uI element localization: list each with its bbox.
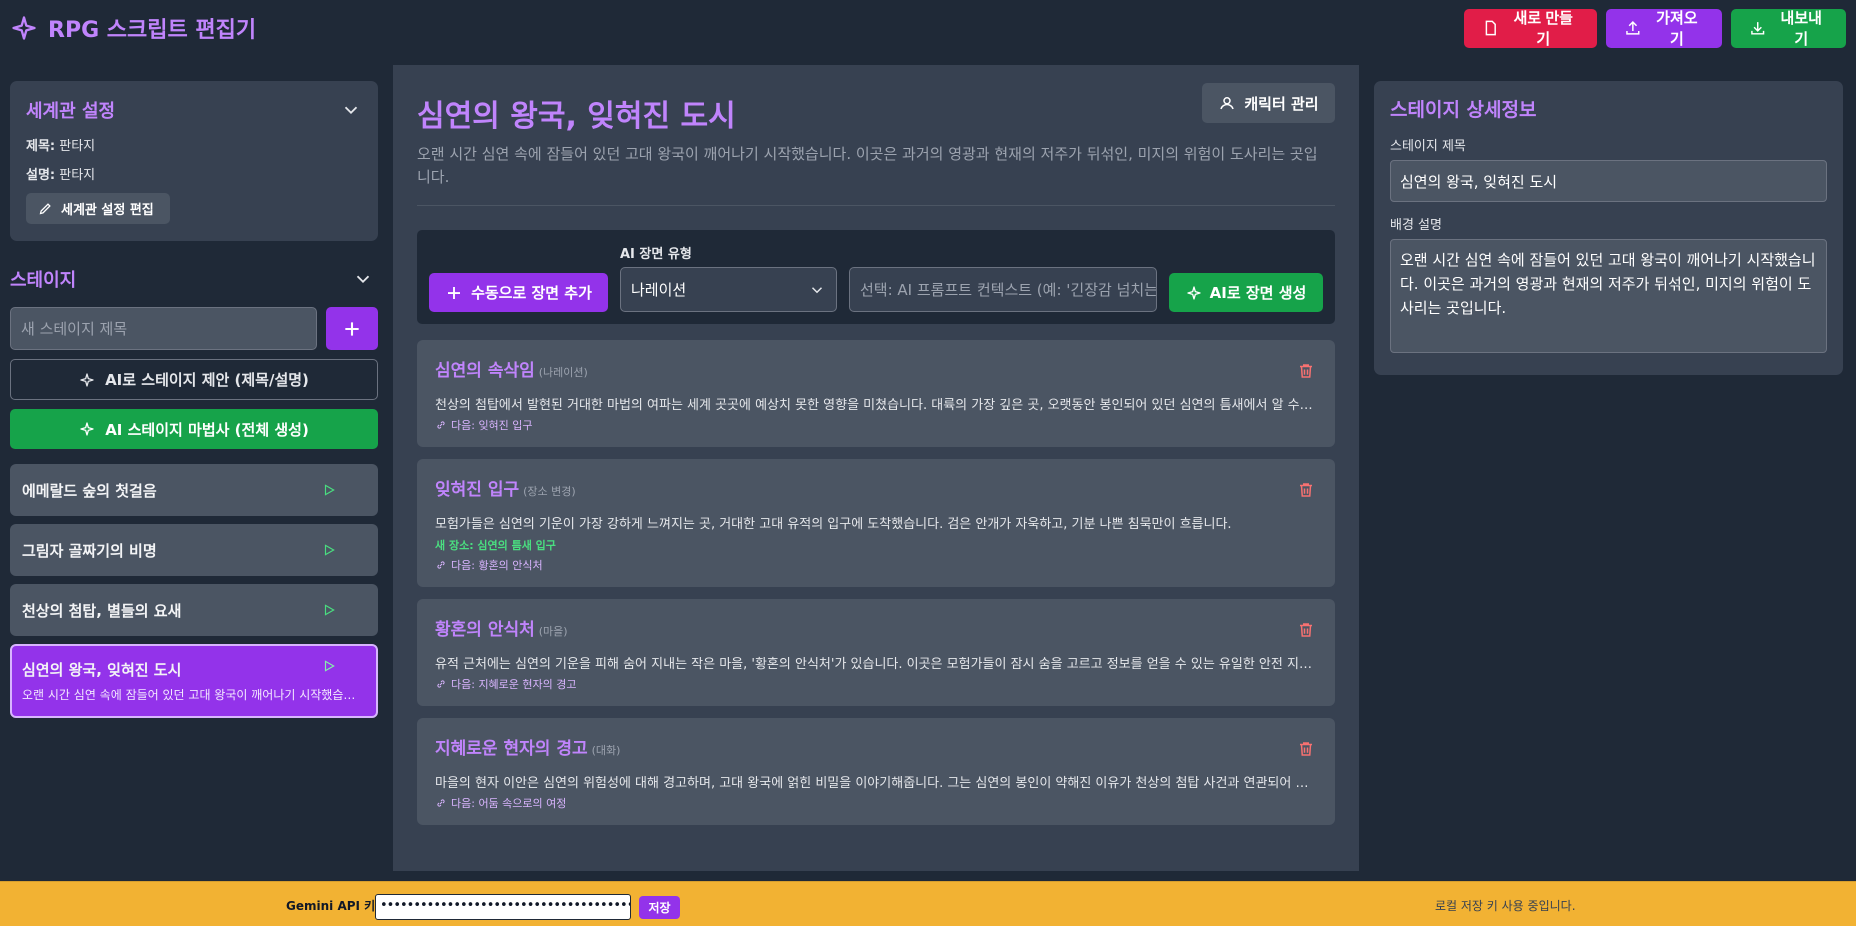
stage-details-panel: 스테이지 상세정보 스테이지 제목 심연의 왕국, 잊혀진 도시 배경 설명 오… (1374, 81, 1843, 375)
ai-scene-type-label: AI 장면 유형 (620, 247, 692, 262)
trash-icon[interactable] (1297, 362, 1315, 380)
app-title: RPG 스크립트 편집기 (48, 18, 257, 43)
stage-list: 에메랄드 숲의 첫걸음 그림자 골짜기의 비명 천상의 첨탑, 별들의 요새 심… (10, 464, 378, 718)
upload-icon (1626, 21, 1640, 35)
api-key-footer: Gemini API 키: ••••••••••••••••••••••••••… (0, 881, 1856, 926)
scene-heading: 잊혀진 입구 (장소 변경) (435, 480, 576, 500)
new-stage-row: 새 스테이지 제목 (10, 307, 378, 350)
scene-card[interactable]: 잊혀진 입구 (장소 변경) 모험가들은 심연의 기운이 가장 강하게 느껴지는 … (417, 459, 1335, 587)
scene-toolbar: 수동으로 장면 추가 AI 장면 유형 나레이션 선택: AI 프롬프트 컨텍스… (417, 230, 1335, 324)
scene-body: 천상의 첨탑에서 발현된 거대한 마법의 여파는 세계 곳곳에 예상치 못한 영… (435, 398, 1317, 413)
main-panel: 심연의 왕국, 잊혀진 도시 캐릭터 관리 오랜 시간 심연 속에 잠들어 있던… (393, 65, 1359, 871)
scene-card[interactable]: 황혼의 안식처 (마을) 유적 근처에는 심연의 기운을 피해 숨어 지내는 작은… (417, 599, 1335, 706)
trash-icon[interactable] (1297, 740, 1315, 758)
api-key-label: Gemini API 키: (286, 899, 381, 913)
export-button[interactable]: 내보내기 (1731, 8, 1846, 48)
link-icon (437, 799, 445, 807)
stage-title-label: 스테이지 제목 (1390, 139, 1466, 154)
plus-icon (345, 321, 359, 336)
character-manage-button[interactable]: 캐릭터 관리 (1202, 83, 1335, 123)
left-sidebar: 세계관 설정 제목: 판타지 설명: 판타지 세계관 설정 편집 스테이지 새 … (10, 81, 378, 718)
stage-item-desc: 오랜 시간 심연 속에 잠들어 있던 고대 왕국이 깨어나기 시작했습니다. 이… (22, 688, 366, 702)
play-icon[interactable] (322, 659, 336, 673)
new-file-icon (1485, 20, 1496, 36)
world-settings-header[interactable]: 세계관 설정 (26, 95, 362, 125)
stage-item[interactable]: 그림자 골짜기의 비명 (10, 524, 378, 576)
new-button[interactable]: 새로 만들기 (1464, 8, 1597, 48)
trash-icon[interactable] (1297, 621, 1315, 639)
background-label: 배경 설명 (1390, 218, 1442, 233)
stage-title: 심연의 왕국, 잊혀진 도시 (417, 99, 736, 134)
scene-location: 새 장소: 심연의 틈새 입구 (435, 539, 556, 552)
import-button[interactable]: 가져오기 (1606, 8, 1722, 48)
scene-next: 다음: 지혜로운 현자의 경고 (435, 676, 1317, 692)
edit-world-button[interactable]: 세계관 설정 편집 (26, 193, 170, 224)
world-settings-title: 세계관 설정 (26, 101, 116, 122)
scene-next: 다음: 잊혀진 입구 (435, 417, 1317, 433)
stage-item-top: 심연의 왕국, 잊혀진 도시 (22, 659, 366, 680)
background-textarea[interactable]: 오랜 시간 심연 속에 잠들어 있던 고대 왕국이 깨어나기 시작했습니다. 이… (1390, 239, 1827, 353)
world-desc-line: 설명: 판타지 (26, 168, 96, 183)
play-icon[interactable] (322, 483, 336, 497)
sparkles-icon (12, 16, 36, 40)
stages-title: 스테이지 (10, 270, 77, 291)
world-title-line: 제목: 판타지 (26, 139, 96, 154)
ai-context-input[interactable]: 선택: AI 프롬프트 컨텍스트 (예: '긴장감 넘치는 (849, 267, 1157, 312)
link-icon (437, 561, 445, 569)
stage-title-input[interactable]: 심연의 왕국, 잊혀진 도시 (1390, 160, 1827, 202)
api-save-button[interactable]: 저장 (639, 896, 680, 919)
world-settings-card: 세계관 설정 제목: 판타지 설명: 판타지 세계관 설정 편집 (10, 81, 378, 241)
scene-body: 마을의 현자 이안은 심연의 위험성에 대해 경고하며, 고대 왕국에 얽힌 비… (435, 776, 1317, 791)
chevron-down-icon[interactable] (352, 268, 374, 290)
stage-item[interactable]: 천상의 첨탑, 별들의 요새 (10, 584, 378, 636)
api-key-input[interactable]: •••••••••••••••••••••••••••••••••••••• (375, 894, 631, 920)
sparkles-icon (1187, 285, 1201, 300)
scene-body: 유적 근처에는 심연의 기운을 피해 숨어 지내는 작은 마을, '황혼의 안식… (435, 657, 1317, 672)
stages-header[interactable]: 스테이지 (10, 265, 378, 293)
ai-suggest-stage-button[interactable]: AI로 스테이지 제안 (제목/설명) (10, 359, 378, 400)
ai-generate-scene-button[interactable]: AI로 장면 생성 (1169, 273, 1323, 312)
scene-card[interactable]: 지혜로운 현자의 경고 (대화) 마을의 현자 이안은 심연의 위험성에 대해 경… (417, 718, 1335, 825)
trash-icon[interactable] (1297, 481, 1315, 499)
app-brand: RPG 스크립트 편집기 (10, 12, 256, 44)
stage-item-active[interactable]: 심연의 왕국, 잊혀진 도시 오랜 시간 심연 속에 잠들어 있던 고대 왕국이… (10, 644, 378, 718)
sparkles-icon (80, 422, 94, 436)
play-icon[interactable] (322, 543, 336, 557)
scene-heading: 황혼의 안식처 (마을) (435, 620, 568, 640)
chevron-down-icon (811, 286, 823, 293)
scene-list: 심연의 속삭임 (나레이션) 천상의 첨탑에서 발현된 거대한 마법의 여파는 세… (417, 340, 1335, 825)
bottom-spacer (0, 871, 1856, 881)
new-stage-input[interactable]: 새 스테이지 제목 (10, 307, 317, 350)
main-title-row: 심연의 왕국, 잊혀진 도시 캐릭터 관리 (417, 79, 1335, 135)
divider (417, 205, 1335, 206)
pencil-icon (39, 203, 51, 215)
scene-next: 다음: 어둠 속으로의 여정 (435, 795, 1317, 811)
scene-card[interactable]: 심연의 속삭임 (나레이션) 천상의 첨탑에서 발현된 거대한 마법의 여파는 세… (417, 340, 1335, 447)
chevron-down-icon[interactable] (340, 99, 362, 121)
link-icon (437, 421, 445, 429)
api-status-text: 로컬 저장 키 사용 중입니다. (1435, 899, 1576, 913)
download-icon (1751, 22, 1765, 35)
link-icon (437, 680, 445, 688)
add-scene-button[interactable]: 수동으로 장면 추가 (429, 273, 608, 312)
plus-icon (448, 286, 461, 299)
scene-heading: 지혜로운 현자의 경고 (대화) (435, 739, 621, 759)
app-header: RPG 스크립트 편집기 새로 만들기 가져오기 내보내기 (0, 0, 1856, 56)
ai-stage-wizard-button[interactable]: AI 스테이지 마법사 (전체 생성) (10, 409, 378, 449)
stage-details-title: 스테이지 상세정보 (1390, 99, 1537, 121)
scene-body: 모험가들은 심연의 기운이 가장 강하게 느껴지는 곳, 거대한 고대 유적의 … (435, 517, 1232, 532)
users-icon (1220, 97, 1235, 110)
scene-next: 다음: 황혼의 안식처 (435, 557, 1317, 573)
ai-scene-type-select[interactable]: 나레이션 (620, 267, 837, 312)
scene-heading: 심연의 속삭임 (나레이션) (435, 361, 588, 381)
stage-item[interactable]: 에메랄드 숲의 첫걸음 (10, 464, 378, 516)
add-stage-button[interactable] (326, 307, 378, 350)
stage-description: 오랜 시간 심연 속에 잠들어 있던 고대 왕국이 깨어나기 시작했습니다. 이… (417, 145, 1318, 186)
sparkles-icon (80, 372, 94, 387)
header-actions: 새로 만들기 가져오기 내보내기 (1464, 8, 1846, 48)
play-icon[interactable] (322, 603, 336, 617)
